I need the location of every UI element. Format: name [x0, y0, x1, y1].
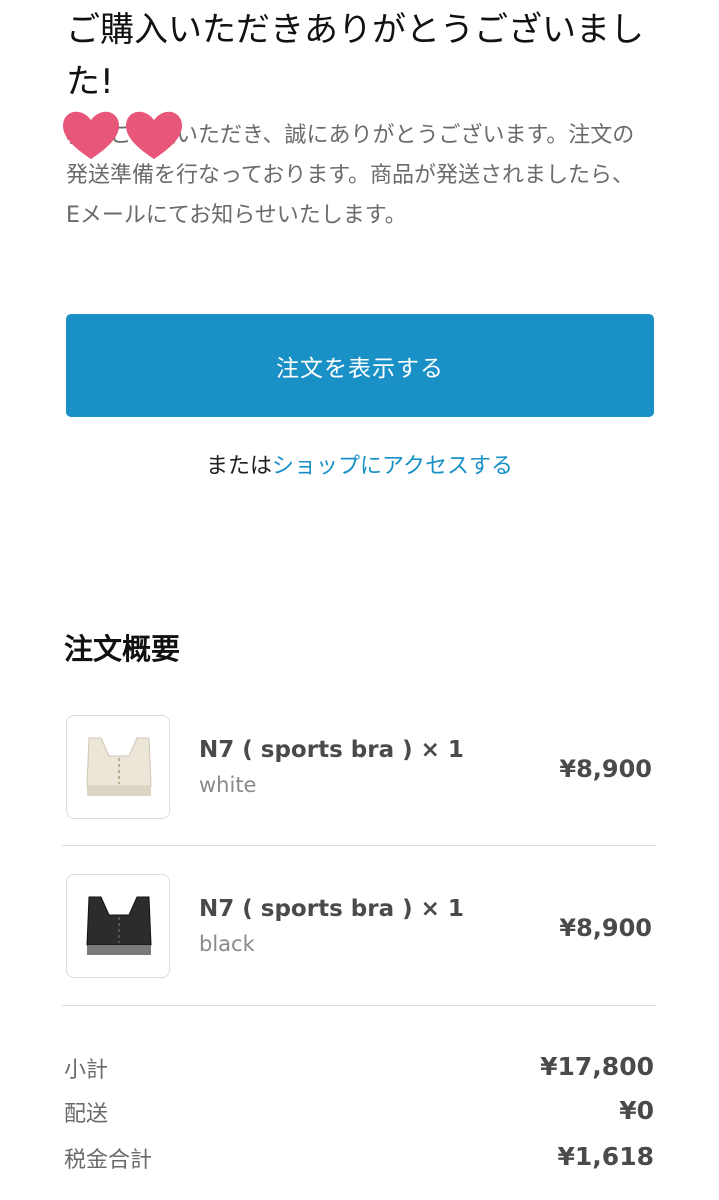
shop-link-line: またはショップにアクセスする	[0, 448, 719, 480]
product-thumbnail	[66, 874, 170, 978]
alt-prefix: または	[206, 454, 273, 479]
shipping-row: 配送 ¥0	[64, 1096, 654, 1136]
item-price: ¥8,900	[559, 755, 652, 783]
tax-value: ¥1,618	[557, 1142, 654, 1171]
sports-bra-white-icon	[86, 737, 152, 796]
product-thumbnail	[66, 715, 170, 819]
shipping-label: 配送	[64, 1102, 109, 1127]
heart-stickers-icon	[63, 111, 182, 159]
subtotal-label: 小計	[64, 1058, 109, 1083]
tax-label: 税金合計	[64, 1148, 153, 1173]
item-name: N7 ( sports bra ) × 1	[199, 896, 464, 922]
divider	[62, 1005, 656, 1006]
order-item: N7 ( sports bra ) × 1 black ¥8,900	[64, 874, 656, 980]
view-order-button[interactable]: 注文を表示する	[66, 314, 654, 417]
page-title: ご購入いただきありがとうございました!	[66, 10, 644, 102]
item-variant: black	[199, 932, 255, 956]
subtotal-row: 小計 ¥17,800	[64, 1052, 654, 1092]
tax-row: 税金合計 ¥1,618	[64, 1142, 654, 1182]
item-name: N7 ( sports bra ) × 1	[199, 737, 464, 763]
item-variant: white	[199, 773, 257, 797]
subtotal-value: ¥17,800	[540, 1052, 654, 1081]
shipping-value: ¥0	[619, 1096, 654, 1125]
sports-bra-black-icon	[86, 896, 152, 955]
order-summary-heading: 注文概要	[64, 632, 181, 666]
order-item: N7 ( sports bra ) × 1 white ¥8,900	[64, 715, 656, 821]
item-price: ¥8,900	[559, 914, 652, 942]
shop-link[interactable]: ショップにアクセスする	[272, 454, 513, 479]
divider	[62, 845, 656, 846]
